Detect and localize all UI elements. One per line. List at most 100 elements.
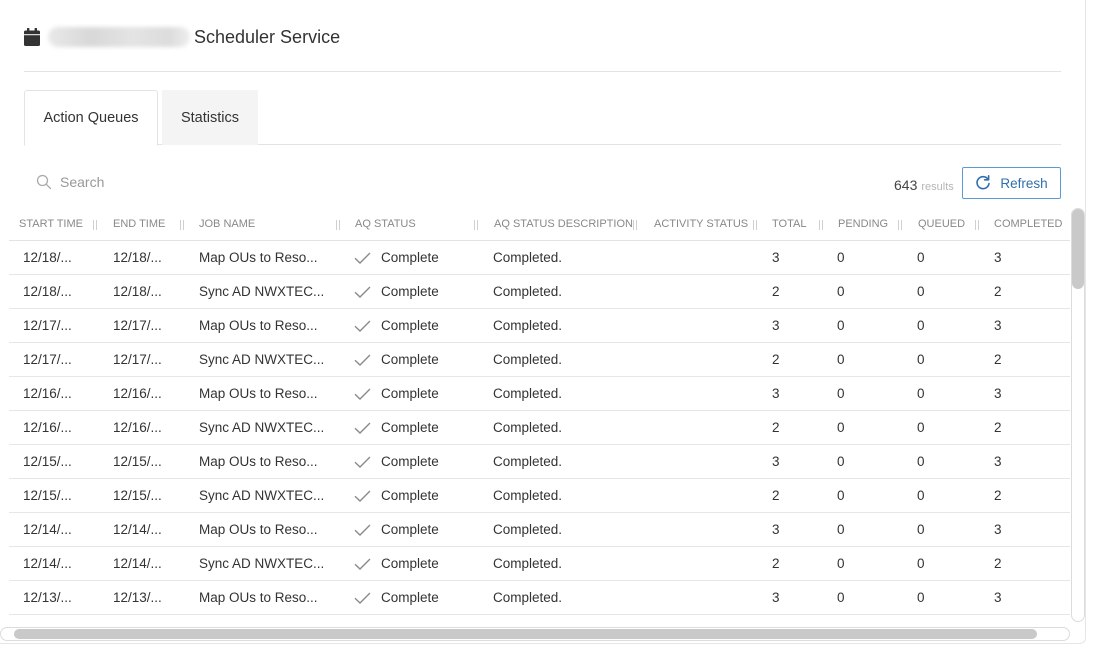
column-resize-handle[interactable] <box>819 220 823 230</box>
table-row[interactable]: 12/14/... 12/14/... Sync AD NWXTEC... Compl… <box>9 547 1070 581</box>
col-header-aq-status-description[interactable]: AQ STATUS DESCRIPTION <box>494 208 633 241</box>
table-row[interactable]: 12/16/... 12/16/... Sync AD NWXTEC... Compl… <box>9 411 1070 445</box>
cell-total: 3 <box>772 386 780 401</box>
table-row[interactable]: 12/15/... 12/15/... Map OUs to Reso... Comp… <box>9 445 1070 479</box>
check-icon <box>354 490 371 502</box>
cell-start-time: 12/15/... <box>23 454 72 469</box>
cell-total: 2 <box>772 556 780 571</box>
table-row[interactable]: 12/13/... 12/13/... Map OUs to Reso... Comp… <box>9 581 1070 615</box>
cell-aq-status-description: Completed. <box>493 556 563 571</box>
cell-job-name: Sync AD NWXTEC... <box>199 488 325 503</box>
refresh-button[interactable]: Refresh <box>962 167 1061 199</box>
cell-queued: 0 <box>917 420 925 435</box>
cell-queued: 0 <box>917 250 925 265</box>
cell-completed: 2 <box>994 420 1002 435</box>
col-header-queued[interactable]: QUEUED <box>918 208 965 241</box>
cell-end-time: 12/17/... <box>113 352 162 367</box>
check-icon <box>354 320 371 332</box>
cell-start-time: 12/14/... <box>23 522 72 537</box>
column-resize-handle[interactable] <box>336 220 340 230</box>
col-header-pending[interactable]: PENDING <box>838 208 888 241</box>
cell-start-time: 12/18/... <box>23 284 72 299</box>
cell-job-name: Map OUs to Reso... <box>199 386 318 401</box>
cell-aq-status-description: Completed. <box>493 590 563 605</box>
results-count: 643 results <box>894 177 954 193</box>
cell-pending: 0 <box>837 590 845 605</box>
col-header-completed[interactable]: COMPLETED <box>994 208 1062 241</box>
check-icon <box>354 422 371 434</box>
cell-queued: 0 <box>917 284 925 299</box>
column-resize-handle[interactable] <box>898 220 902 230</box>
table-row[interactable]: 12/17/... 12/17/... Map OUs to Reso... Comp… <box>9 309 1070 343</box>
search-input[interactable] <box>60 174 320 190</box>
cell-job-name: Map OUs to Reso... <box>199 454 318 469</box>
table-row[interactable]: 12/18/... 12/18/... Map OUs to Reso... Comp… <box>9 241 1070 275</box>
cell-pending: 0 <box>837 250 845 265</box>
cell-aq-status-description: Completed. <box>493 284 563 299</box>
cell-job-name: Map OUs to Reso... <box>199 590 318 605</box>
vertical-scroll-thumb[interactable] <box>1072 209 1084 289</box>
refresh-icon <box>976 175 991 190</box>
cell-start-time: 12/17/... <box>23 318 72 333</box>
col-header-end-time[interactable]: END TIME <box>113 208 165 241</box>
cell-total: 2 <box>772 488 780 503</box>
check-icon <box>354 388 371 400</box>
search-box <box>36 170 336 194</box>
check-icon <box>354 558 371 570</box>
tab-statistics[interactable]: Statistics <box>162 90 258 145</box>
cell-start-time: 12/17/... <box>23 352 72 367</box>
col-header-aq-status[interactable]: AQ STATUS <box>355 208 416 241</box>
vertical-scrollbar[interactable] <box>1071 208 1085 622</box>
table-row[interactable]: 12/14/... 12/14/... Map OUs to Reso... Comp… <box>9 513 1070 547</box>
cell-completed: 3 <box>994 454 1002 469</box>
column-resize-handle[interactable] <box>474 220 478 230</box>
cell-queued: 0 <box>917 556 925 571</box>
cell-completed: 3 <box>994 250 1002 265</box>
cell-total: 2 <box>772 420 780 435</box>
column-resize-handle[interactable] <box>180 220 184 230</box>
cell-completed: 2 <box>994 352 1002 367</box>
cell-aq-status-description: Completed. <box>493 386 563 401</box>
cell-end-time: 12/15/... <box>113 488 162 503</box>
col-header-start-time[interactable]: START TIME <box>19 208 83 241</box>
table-row[interactable]: 12/15/... 12/15/... Sync AD NWXTEC... Compl… <box>9 479 1070 513</box>
table-row[interactable]: 12/17/... 12/17/... Sync AD NWXTEC... Compl… <box>9 343 1070 377</box>
cell-pending: 0 <box>837 318 845 333</box>
column-resize-handle[interactable] <box>93 220 97 230</box>
cell-total: 2 <box>772 284 780 299</box>
cell-end-time: 12/16/... <box>113 420 162 435</box>
cell-queued: 0 <box>917 590 925 605</box>
check-icon <box>354 252 371 264</box>
header-divider <box>24 71 1061 72</box>
col-header-activity-status[interactable]: ACTIVITY STATUS <box>654 208 748 241</box>
cell-pending: 0 <box>837 284 845 299</box>
column-resize-handle[interactable] <box>975 220 979 230</box>
cell-aq-status-description: Completed. <box>493 352 563 367</box>
cell-aq-status: Complete <box>381 488 439 503</box>
redacted-server-name <box>48 27 190 47</box>
table-row[interactable]: 12/18/... 12/18/... Sync AD NWXTEC... Compl… <box>9 275 1070 309</box>
table-row[interactable]: 12/16/... 12/16/... Map OUs to Reso... Comp… <box>9 377 1070 411</box>
cell-job-name: Map OUs to Reso... <box>199 318 318 333</box>
cell-total: 3 <box>772 454 780 469</box>
column-resize-handle[interactable] <box>633 220 637 230</box>
search-icon <box>36 174 52 190</box>
col-header-job-name[interactable]: JOB NAME <box>199 208 255 241</box>
horizontal-scrollbar[interactable] <box>0 627 1070 641</box>
page-title: Scheduler Service <box>194 26 341 47</box>
col-header-total[interactable]: TOTAL <box>772 208 806 241</box>
cell-pending: 0 <box>837 488 845 503</box>
cell-pending: 0 <box>837 420 845 435</box>
cell-aq-status: Complete <box>381 284 439 299</box>
cell-aq-status: Complete <box>381 590 439 605</box>
cell-completed: 3 <box>994 590 1002 605</box>
cell-completed: 2 <box>994 556 1002 571</box>
cell-start-time: 12/16/... <box>23 420 72 435</box>
cell-aq-status: Complete <box>381 352 439 367</box>
horizontal-scroll-thumb[interactable] <box>14 629 1037 639</box>
cell-end-time: 12/18/... <box>113 250 162 265</box>
tab-action-queues[interactable]: Action Queues <box>24 90 158 146</box>
cell-aq-status: Complete <box>381 556 439 571</box>
column-resize-handle[interactable] <box>753 220 757 230</box>
cell-end-time: 12/17/... <box>113 318 162 333</box>
